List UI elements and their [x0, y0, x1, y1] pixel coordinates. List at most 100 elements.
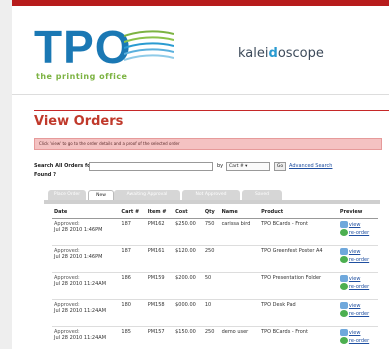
tpo-logo[interactable]: TPO	[34, 24, 132, 70]
product-cell: TPO Presentation Folder	[259, 272, 338, 300]
qty-cell: 10	[202, 299, 220, 327]
view-icon	[339, 329, 348, 336]
page-container: TPO the printing office kaleidoscope Vie…	[12, 0, 389, 349]
advanced-search-link[interactable]: Advanced Search	[289, 163, 332, 169]
col-preview: Preview	[337, 206, 378, 219]
cost-cell: $150.00	[173, 326, 203, 349]
reorder-link[interactable]: re-order	[349, 284, 369, 290]
table-row: Approved: Jul 28 2010 1:46PM 187 PM161 $1…	[52, 245, 378, 273]
reorder-link[interactable]: re-order	[349, 311, 369, 317]
qty-cell: 750	[202, 218, 220, 246]
reorder-icon	[339, 256, 348, 263]
partner-name-accent: d	[268, 46, 278, 61]
date-cell: Approved: Jul 28 2010 11:24AM	[52, 326, 120, 349]
date-text: Jul 28 2010 11:24AM	[54, 281, 107, 287]
reorder-icon	[339, 283, 348, 290]
date-cell: Approved: Jul 28 2010 11:24AM	[52, 272, 120, 300]
table-row: Approved: Jul 28 2010 11:24AM 180 PM158 $…	[52, 299, 378, 327]
tab-not-approved[interactable]: Not Approved	[182, 190, 240, 200]
reorder-link[interactable]: re-order	[349, 257, 369, 263]
date-text: Jul 28 2010 1:46PM	[54, 227, 103, 233]
date-cell: Approved: Jul 28 2010 11:24AM	[52, 299, 120, 327]
col-product: Product	[259, 206, 338, 219]
col-cart: Cart #	[119, 206, 146, 219]
reorder-link[interactable]: re-order	[349, 230, 369, 236]
col-cost: Cost	[173, 206, 203, 219]
preview-cell: view re-order	[337, 272, 378, 300]
table-row: Approved: Jul 28 2010 1:46PM 187 PM162 $2…	[52, 218, 378, 246]
table-header-row: Date Cart # Item # Cost Qty Name Product…	[52, 206, 378, 219]
item-cell: PM159	[145, 272, 174, 300]
cart-cell: 187	[119, 218, 146, 246]
item-cell: PM158	[145, 299, 174, 327]
col-date: Date	[52, 206, 120, 219]
cart-cell: 187	[119, 245, 146, 273]
partner-name-rest: oscope	[277, 46, 324, 61]
view-link[interactable]: view	[349, 330, 361, 336]
name-cell: carissa bird	[219, 218, 260, 246]
name-cell: demo user	[219, 326, 260, 349]
table-row: Approved: Jul 28 2010 11:24AM 185 PM157 $…	[52, 326, 378, 349]
qty-cell: 250	[202, 326, 220, 349]
reorder-icon	[339, 337, 348, 344]
cart-cell: 180	[119, 299, 146, 327]
table-row: Approved: Jul 28 2010 11:24AM 186 PM159 $…	[52, 272, 378, 300]
reorder-link[interactable]: re-order	[349, 338, 369, 344]
view-icon	[339, 302, 348, 309]
site-header: TPO the printing office kaleidoscope	[12, 6, 389, 95]
col-name: Name	[219, 206, 260, 219]
page-title: View Orders	[34, 114, 124, 129]
by-label: by	[217, 163, 224, 169]
cost-cell: $250.00	[173, 218, 203, 246]
cost-cell: $200.00	[173, 272, 203, 300]
logo-lines-icon	[124, 30, 174, 61]
view-icon	[339, 275, 348, 282]
tab-place-order[interactable]: Place Order	[48, 190, 86, 200]
preview-cell: view re-order	[337, 299, 378, 327]
preview-cell: view re-order	[337, 218, 378, 246]
partner-name-part: kalei	[238, 46, 269, 61]
preview-cell: view re-order	[337, 245, 378, 273]
item-cell: PM157	[145, 326, 174, 349]
search-input[interactable]	[89, 162, 213, 171]
view-link[interactable]: view	[349, 249, 361, 255]
item-cell: PM162	[145, 218, 174, 246]
search-by-select[interactable]: Cart # ▾	[226, 162, 270, 171]
search-label: Search All Orders for:	[34, 163, 96, 169]
date-cell: Approved: Jul 28 2010 1:46PM	[52, 218, 120, 246]
date-text: Jul 28 2010 11:24AM	[54, 308, 107, 314]
qty-cell: 50	[202, 272, 220, 300]
date-text: Jul 28 2010 11:24AM	[54, 335, 107, 341]
name-cell	[219, 299, 260, 327]
cart-cell: 185	[119, 326, 146, 349]
name-cell	[219, 272, 260, 300]
found-label: Found ?	[34, 172, 56, 178]
reorder-icon	[339, 310, 348, 317]
tab-awaiting-approval[interactable]: Awaiting Approval	[114, 190, 180, 200]
item-cell: PM161	[145, 245, 174, 273]
view-icon	[339, 248, 348, 255]
go-button[interactable]: Go	[274, 162, 286, 171]
reorder-icon	[339, 229, 348, 236]
tab-saved[interactable]: Saved	[242, 190, 282, 200]
product-cell: TPO Desk Pad	[259, 299, 338, 327]
info-banner: Click 'view' to go to the order details …	[34, 138, 382, 150]
title-divider	[34, 110, 389, 111]
view-link[interactable]: view	[349, 276, 361, 282]
qty-cell: 250	[202, 245, 220, 273]
date-text: Jul 28 2010 1:46PM	[54, 254, 103, 260]
date-cell: Approved: Jul 28 2010 1:46PM	[52, 245, 120, 273]
product-cell: TPO BCards - Front	[259, 326, 338, 349]
orders-table: Date Cart # Item # Cost Qty Name Product…	[52, 206, 378, 349]
col-qty: Qty	[202, 206, 220, 219]
view-link[interactable]: view	[349, 222, 361, 228]
cost-cell: $120.00	[173, 245, 203, 273]
preview-cell: view re-order	[337, 326, 378, 349]
cart-cell: 186	[119, 272, 146, 300]
name-cell	[219, 245, 260, 273]
product-cell: TPO BCards - Front	[259, 218, 338, 246]
search-by-value: Cart #	[229, 164, 244, 169]
tab-underline	[44, 200, 380, 204]
logo-tagline: the printing office	[36, 72, 128, 81]
view-link[interactable]: view	[349, 303, 361, 309]
